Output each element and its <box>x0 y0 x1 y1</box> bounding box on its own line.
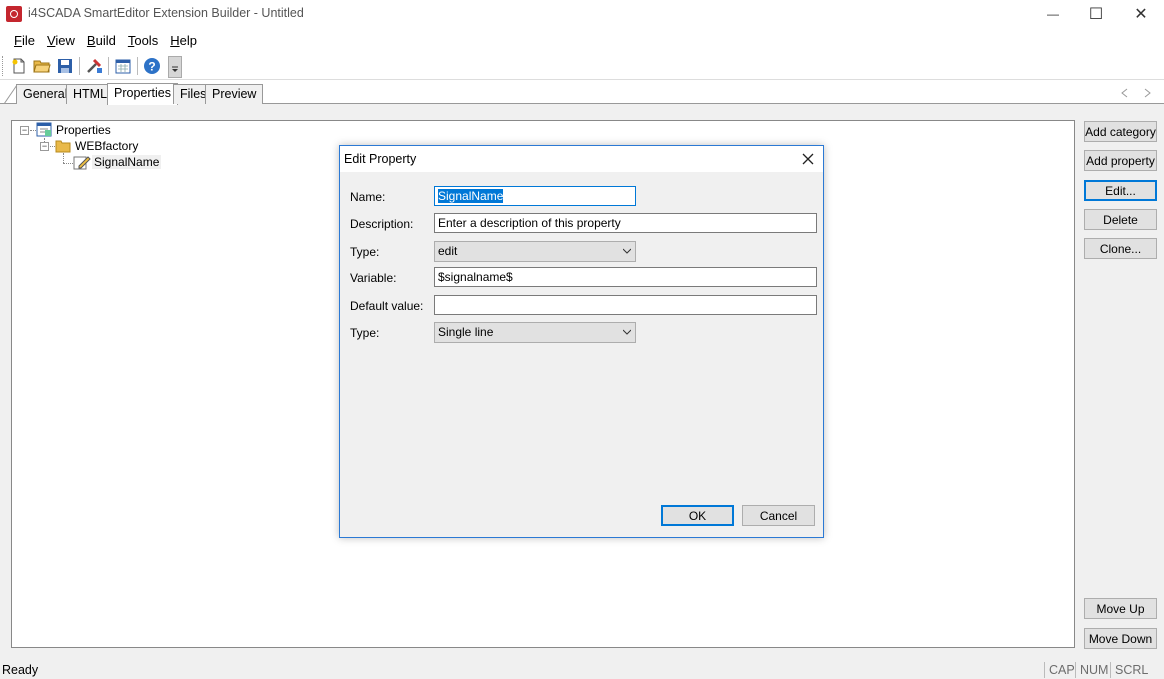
toolbar-separator <box>108 57 109 75</box>
tab-scroll-left-icon[interactable] <box>1120 88 1128 98</box>
new-file-button[interactable] <box>8 56 30 76</box>
line-type-select-value: Single line <box>438 325 494 339</box>
toolbar-grip[interactable] <box>2 56 5 76</box>
calendar-button[interactable] <box>112 56 134 76</box>
property-edit-icon <box>73 156 91 170</box>
tree-node-signalname[interactable]: SignalName <box>92 155 162 169</box>
scrl-indicator: SCRL <box>1110 662 1148 678</box>
tab-preview[interactable]: Preview <box>205 84 264 104</box>
add-category-button[interactable]: Add category <box>1084 121 1157 142</box>
close-button[interactable]: ✕ <box>1118 0 1164 28</box>
add-property-button[interactable]: Add property <box>1084 150 1157 171</box>
open-folder-icon <box>33 60 51 73</box>
name-label: Name: <box>350 190 386 204</box>
chevron-down-icon <box>623 248 631 254</box>
close-icon <box>802 153 814 165</box>
toolbar-separator <box>137 57 138 75</box>
tab-scroll-right-icon[interactable] <box>1144 88 1152 98</box>
calendar-icon <box>115 59 131 74</box>
close-icon: ✕ <box>1134 6 1148 23</box>
tree-collapse-category[interactable]: − <box>40 142 49 151</box>
menu-tools[interactable]: Tools <box>122 33 164 48</box>
move-down-button[interactable]: Move Down <box>1084 628 1157 649</box>
maximize-icon: ☐ <box>1088 6 1104 23</box>
edit-property-dialog: Edit Property Name: SignalName Descripti… <box>339 145 824 538</box>
help-icon: ? <box>144 58 160 74</box>
variable-label: Variable: <box>350 271 397 285</box>
tree-collapse-root[interactable]: − <box>20 126 29 135</box>
type-label: Type: <box>350 245 380 259</box>
save-icon <box>58 59 72 73</box>
maximize-button[interactable]: ☐ <box>1073 0 1119 28</box>
clone-button[interactable]: Clone... <box>1084 238 1157 259</box>
cancel-button[interactable]: Cancel <box>742 505 815 526</box>
folder-icon <box>55 140 71 153</box>
menu-view[interactable]: View <box>41 33 81 48</box>
tree-line <box>63 163 73 164</box>
toolbar-overflow-button[interactable] <box>168 56 182 78</box>
description-label: Description: <box>350 217 414 231</box>
move-up-button[interactable]: Move Up <box>1084 598 1157 619</box>
menu-build[interactable]: Build <box>81 33 122 48</box>
num-indicator: NUM <box>1075 662 1108 678</box>
app-icon[interactable] <box>6 6 22 22</box>
type-select[interactable]: edit <box>434 241 636 262</box>
description-input[interactable]: Enter a description of this property <box>434 213 817 233</box>
menu-file[interactable]: File <box>8 33 41 48</box>
minimize-icon: — <box>1047 7 1059 21</box>
default-value-input[interactable] <box>434 295 817 315</box>
variable-input[interactable]: $signalname$ <box>434 267 817 287</box>
type-select-value: edit <box>438 244 458 258</box>
tree-line <box>63 153 64 163</box>
chevron-down-icon <box>623 329 631 335</box>
name-input[interactable]: SignalName <box>434 186 636 206</box>
save-button[interactable] <box>54 56 76 76</box>
menu-help[interactable]: Help <box>164 33 203 48</box>
tree-node-webfactory[interactable]: WEBfactory <box>75 139 138 153</box>
tab-properties[interactable]: Properties <box>107 83 178 105</box>
name-value: SignalName <box>438 189 504 203</box>
edit-button[interactable]: Edit... <box>1084 180 1157 201</box>
ok-button[interactable]: OK <box>661 505 734 526</box>
default-value-label: Default value: <box>350 299 424 313</box>
toolbar-separator <box>79 57 80 75</box>
build-tools-icon <box>87 58 102 73</box>
build-button[interactable] <box>83 56 105 76</box>
dialog-close-button[interactable] <box>796 148 820 170</box>
open-button[interactable] <box>31 56 53 76</box>
status-text: Ready <box>2 663 39 677</box>
line-type-label: Type: <box>350 326 380 340</box>
cap-indicator: CAP <box>1044 662 1075 678</box>
help-button[interactable]: ? <box>141 56 163 76</box>
overflow-icon <box>172 66 178 72</box>
svg-text:?: ? <box>148 60 155 74</box>
tree-node-properties[interactable]: Properties <box>56 123 111 137</box>
window-title: i4SCADA SmartEditor Extension Builder - … <box>28 6 304 20</box>
minimize-button[interactable]: — <box>1030 0 1076 28</box>
delete-button[interactable]: Delete <box>1084 209 1157 230</box>
new-file-icon <box>12 58 25 74</box>
line-type-select[interactable]: Single line <box>434 322 636 343</box>
status-bar <box>0 660 1164 679</box>
properties-root-icon <box>36 122 52 137</box>
dialog-title: Edit Property <box>344 152 417 166</box>
menu-bar: File View Build Tools Help <box>0 28 1164 52</box>
